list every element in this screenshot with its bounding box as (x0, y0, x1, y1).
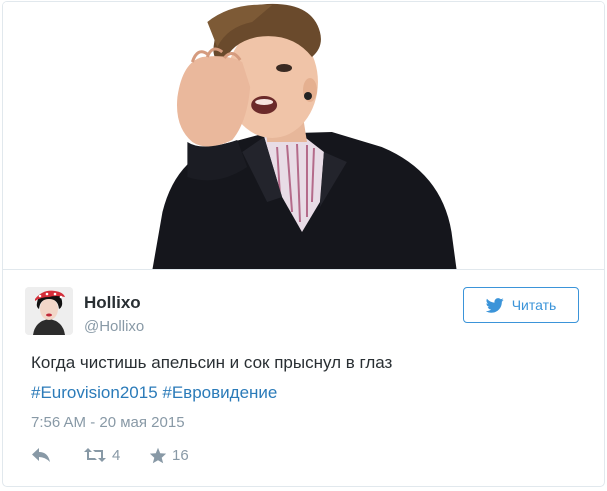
reply-icon (32, 448, 50, 462)
hashtag-link[interactable]: #Евровидение (162, 383, 277, 402)
twitter-bird-icon (485, 297, 504, 313)
retweet-button[interactable]: 4 (83, 447, 149, 464)
avatar[interactable] (25, 287, 73, 335)
singer-photo (3, 2, 604, 269)
favorite-count: 16 (172, 446, 189, 464)
star-icon (149, 447, 167, 463)
tweet-actions: 4 16 (31, 444, 189, 466)
author-name[interactable]: Hollixo (84, 293, 141, 313)
embedded-tweet-card: Hollixo @Hollixo Читать Когда чистишь ап… (2, 1, 605, 487)
retweet-count: 4 (112, 446, 121, 464)
author-handle[interactable]: @Hollixo (84, 318, 144, 335)
tweet-text: Когда чистишь апельсин и сок прыснул в г… (31, 353, 393, 372)
tweet-header: Hollixo @Hollixo Читать (3, 270, 604, 342)
follow-button-label: Читать (511, 297, 557, 313)
avatar-image (25, 287, 73, 335)
hashtag-link[interactable]: #Eurovision2015 (31, 383, 158, 402)
tweet-timestamp[interactable]: 7:56 AM - 20 мая 2015 (31, 413, 185, 433)
follow-button[interactable]: Читать (463, 287, 579, 323)
tweet-media-image[interactable] (3, 2, 604, 269)
favorite-button[interactable]: 16 (149, 447, 189, 464)
retweet-icon (84, 448, 106, 462)
tweet-hashtags: #Eurovision2015 #Евровидение (31, 381, 277, 405)
reply-button[interactable] (31, 447, 83, 463)
